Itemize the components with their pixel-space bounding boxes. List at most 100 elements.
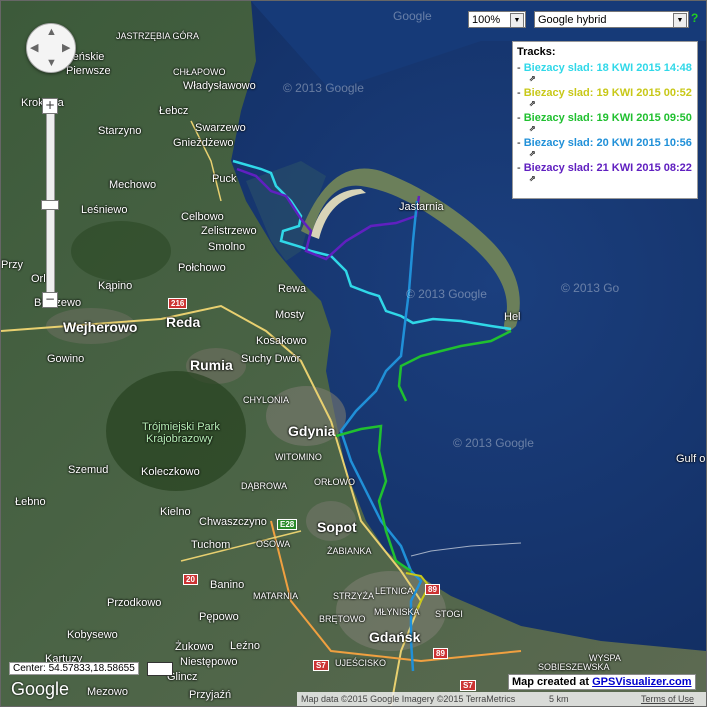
- external-link-icon[interactable]: ⇗: [517, 124, 693, 134]
- track-label[interactable]: Biezacy slad: 18 KWI 2015 14:48: [524, 62, 692, 74]
- place-label: Celbowo: [181, 211, 224, 223]
- created-credit: Map created at GPSVisualizer.com: [508, 674, 696, 690]
- track-item[interactable]: - Biezacy slad: 19 KWI 2015 09:50 ⇗: [517, 112, 693, 134]
- road-shield: 20: [183, 574, 198, 585]
- chevron-down-icon[interactable]: ▼: [510, 13, 524, 28]
- road-shield: 89: [433, 648, 448, 659]
- place-label: Gulf o: [676, 453, 706, 465]
- place-label: JASTRZĘBIA GÓRA: [116, 31, 200, 41]
- place-label: CHYLONIA: [243, 395, 290, 405]
- created-prefix: Map created at: [512, 676, 593, 688]
- map-canvas[interactable]: © 2013 Google © 2013 Google © 2013 Go © …: [0, 0, 707, 707]
- map-type-value: Google hybrid: [538, 14, 607, 26]
- pan-down-icon[interactable]: ▼: [46, 57, 57, 69]
- place-label: Krajobrazowy: [146, 433, 213, 445]
- place-label: Sopot: [317, 519, 357, 535]
- zoom-select[interactable]: 100% ▼: [468, 11, 526, 28]
- place-label: MATARNIA: [253, 591, 299, 601]
- place-label: Leśniewo: [81, 204, 128, 216]
- place-label: Starzyno: [98, 125, 142, 137]
- place-label: Pępowo: [199, 611, 239, 623]
- place-label: Gdynia: [288, 423, 336, 439]
- zoom-slider-handle[interactable]: [41, 200, 59, 210]
- place-label: Chwaszczyno: [199, 516, 267, 528]
- place-label: OSOWA: [256, 539, 291, 549]
- external-link-icon[interactable]: ⇗: [517, 99, 693, 109]
- chevron-down-icon[interactable]: ▼: [673, 13, 687, 28]
- track-item[interactable]: - Biezacy slad: 18 KWI 2015 14:48 ⇗: [517, 62, 693, 84]
- place-label: Rewa: [278, 283, 307, 295]
- google-logo: Google: [11, 679, 70, 699]
- place-label: Połchowo: [178, 262, 226, 274]
- help-link[interactable]: ?: [691, 11, 698, 25]
- terms-link[interactable]: Terms of Use: [641, 692, 694, 706]
- place-label: Jastarnia: [399, 201, 444, 213]
- place-label: Szemud: [68, 464, 109, 476]
- place-label: Przyjaźń: [189, 689, 232, 701]
- place-label: Mezowo: [87, 686, 128, 698]
- external-link-icon[interactable]: ⇗: [517, 74, 693, 84]
- watermark: © 2013 Go: [561, 281, 620, 295]
- place-label: UJEŚCISKO: [335, 658, 387, 668]
- place-label: CHŁAPOWO: [173, 67, 226, 77]
- place-label: Mosty: [275, 309, 305, 321]
- place-label: Trójmiejski Park: [142, 421, 220, 433]
- track-label[interactable]: Biezacy slad: 19 KWI 2015 09:50: [524, 112, 692, 124]
- place-label: Kielno: [160, 506, 191, 518]
- track-label[interactable]: Biezacy slad: 19 KWI 2015 00:52: [524, 87, 692, 99]
- place-label: Tuchom: [191, 539, 231, 551]
- road-shield: 89: [425, 584, 440, 595]
- track-label[interactable]: Biezacy slad: 21 KWI 2015 08:22: [524, 162, 692, 174]
- place-label: Smolno: [208, 241, 246, 253]
- place-label: Wejherowo: [63, 319, 138, 335]
- center-coordinates: Center: 54.57833,18.58655: [9, 662, 139, 675]
- place-label: Puck: [212, 173, 237, 185]
- gpsvisualizer-link[interactable]: GPSVisualizer.com: [592, 676, 691, 688]
- place-label: Swarzewo: [195, 122, 246, 134]
- place-label: Banino: [210, 579, 245, 591]
- place-label: WITOMINO: [275, 452, 322, 462]
- watermark: © 2013 Google: [406, 287, 487, 301]
- place-label: Władysławowo: [183, 80, 256, 92]
- watermark: © 2013 Google: [453, 436, 534, 450]
- track-item[interactable]: - Biezacy slad: 20 KWI 2015 10:56 ⇗: [517, 137, 693, 159]
- place-label: ŻABIANKA: [327, 546, 372, 556]
- zoom-out-button[interactable]: −: [42, 292, 58, 308]
- external-link-icon[interactable]: ⇗: [517, 149, 693, 159]
- place-label: Żukowo: [175, 641, 214, 653]
- place-label: STOGI: [435, 609, 463, 619]
- scale-bar: 5 km: [549, 692, 605, 706]
- pan-right-icon[interactable]: ▶: [62, 41, 70, 54]
- road-shield: S7: [313, 660, 329, 671]
- track-label[interactable]: Biezacy slad: 20 KWI 2015 10:56: [524, 137, 692, 149]
- place-label: Pierwsze: [66, 65, 111, 77]
- place-label: BRĘTOWO: [319, 614, 366, 624]
- place-label: Łebno: [15, 496, 46, 508]
- place-label: Leźno: [230, 640, 260, 652]
- pan-left-icon[interactable]: ◀: [30, 41, 38, 54]
- tracks-title: Tracks:: [517, 46, 556, 58]
- external-link-icon[interactable]: ⇗: [517, 174, 693, 184]
- place-label: Hel: [504, 311, 521, 323]
- watermark: © 2013 Google: [283, 81, 364, 95]
- place-label: Reda: [166, 314, 201, 330]
- track-item[interactable]: - Biezacy slad: 21 KWI 2015 08:22 ⇗: [517, 162, 693, 184]
- place-label: Kobysewo: [67, 629, 118, 641]
- track-item[interactable]: - Biezacy slad: 19 KWI 2015 00:52 ⇗: [517, 87, 693, 109]
- ruler-icon[interactable]: [147, 662, 173, 676]
- attribution-bar: Map data ©2015 Google Imagery ©2015 Terr…: [297, 692, 706, 706]
- place-label: Gdańsk: [369, 629, 421, 645]
- place-label: Kosakowo: [256, 335, 307, 347]
- zoom-in-button[interactable]: +: [42, 98, 58, 114]
- place-label: Rumia: [190, 357, 233, 373]
- place-label: ORŁOWO: [314, 477, 356, 487]
- place-label: MŁYNISKA: [374, 607, 420, 617]
- pan-control[interactable]: ▲ ▼ ◀ ▶: [26, 23, 76, 73]
- pan-up-icon[interactable]: ▲: [46, 26, 57, 38]
- map-attribution: Map data ©2015 Google Imagery ©2015 Terr…: [301, 694, 516, 704]
- map-type-select[interactable]: Google hybrid ▼: [534, 11, 689, 28]
- road-shield: 216: [168, 298, 188, 309]
- road-shield: E28: [277, 519, 298, 530]
- place-label: Przy: [1, 259, 23, 271]
- place-label: Niestępowo: [180, 656, 238, 668]
